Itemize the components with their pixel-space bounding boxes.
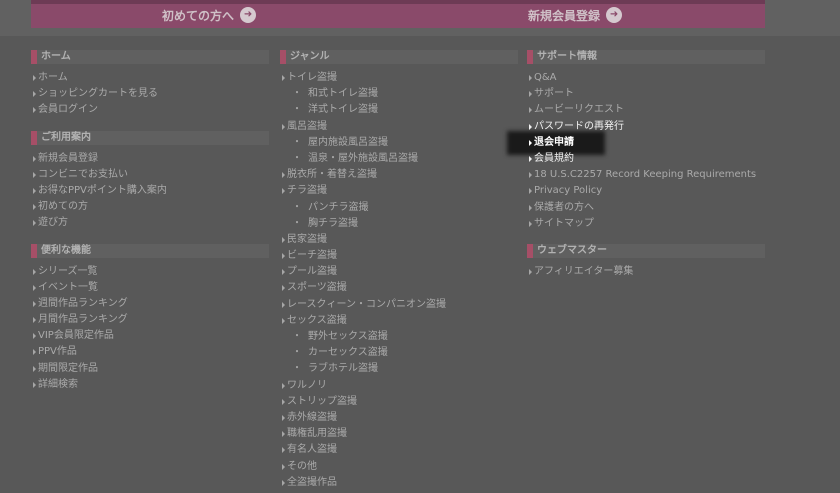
link-series[interactable]: シリーズ一覧 bbox=[31, 264, 269, 280]
link-privacy[interactable]: Privacy Policy bbox=[527, 183, 765, 199]
link-home[interactable]: ホーム bbox=[31, 70, 269, 86]
link-advanced-search[interactable]: 詳細検索 bbox=[31, 377, 269, 393]
genre-links: トイレ盗撮和式トイレ盗撮洋式トイレ盗撮風呂盗撮屋内施設風呂盗撮温泉・屋外施設風呂… bbox=[280, 70, 518, 491]
link-cart[interactable]: ショッピングカートを見る bbox=[31, 86, 269, 102]
genre-sublink[interactable]: 温泉・屋外施設風呂盗撮 bbox=[280, 151, 518, 167]
home-section: ホーム ホーム ショッピングカートを見る 会員ログイン bbox=[31, 50, 269, 119]
genre-link[interactable]: プール盗撮 bbox=[280, 264, 518, 280]
genre-link[interactable]: その他 bbox=[280, 459, 518, 475]
link-sitemap[interactable]: サイトマップ bbox=[527, 216, 765, 232]
support-links: Q&A サポート ムービーリクエスト パスワードの再発行 退会申請 会員規約 1… bbox=[507, 70, 765, 232]
link-convenience-pay[interactable]: コンビニでお支払い bbox=[31, 167, 269, 183]
link-vip[interactable]: VIP会員限定作品 bbox=[31, 328, 269, 344]
link-events[interactable]: イベント一覧 bbox=[31, 280, 269, 296]
link-ppv-points[interactable]: お得なPPVポイント購入案内 bbox=[31, 183, 269, 199]
section-heading-support: サポート情報 bbox=[527, 50, 765, 64]
register-banner-label: 新規会員登録 bbox=[528, 8, 601, 23]
link-weekly-ranking[interactable]: 週間作品ランキング bbox=[31, 296, 269, 312]
genre-link[interactable]: ストリップ盗撮 bbox=[280, 394, 518, 410]
genre-link[interactable]: 脱衣所・着替え盗撮 bbox=[280, 167, 518, 183]
webmaster-section: ウェブマスター アフィリエイター募集 bbox=[527, 243, 765, 280]
link-qa[interactable]: Q&A bbox=[527, 70, 765, 86]
footer-column-3: サポート情報 Q&A サポート ムービーリクエスト パスワードの再発行 退会申請… bbox=[507, 50, 765, 292]
genre-sublink[interactable]: ラブホテル盗撮 bbox=[280, 361, 518, 377]
link-password-reset[interactable]: パスワードの再発行 bbox=[527, 119, 765, 135]
genre-link[interactable]: 赤外線盗撮 bbox=[280, 410, 518, 426]
circle-arrow-right-icon: ➜ bbox=[606, 7, 623, 23]
circle-arrow-right-icon: ➜ bbox=[240, 7, 257, 23]
section-heading-guide: ご利用案内 bbox=[31, 130, 269, 145]
beginners-banner-label: 初めての方へ bbox=[162, 8, 235, 23]
guide-section: ご利用案内 新規会員登録 コンビニでお支払い お得なPPVポイント購入案内 初め… bbox=[31, 130, 269, 232]
section-heading-genre: ジャンル bbox=[280, 50, 518, 64]
genre-sublink[interactable]: パンチラ盗撮 bbox=[280, 200, 518, 216]
banner: 初めての方へ ➜ 新規会員登録 ➜ bbox=[31, 0, 765, 28]
section-heading-features: 便利な機能 bbox=[31, 243, 269, 258]
link-ppv[interactable]: PPV作品 bbox=[31, 344, 269, 360]
genre-link[interactable]: ワルノリ bbox=[280, 378, 518, 394]
link-unsubscribe[interactable]: 退会申請 bbox=[507, 130, 765, 155]
genre-sublink[interactable]: 野外セックス盗撮 bbox=[280, 329, 518, 345]
link-monthly-ranking[interactable]: 月間作品ランキング bbox=[31, 312, 269, 328]
section-heading-home: ホーム bbox=[31, 50, 269, 64]
genre-link[interactable]: スポーツ盗撮 bbox=[280, 280, 518, 296]
genre-link[interactable]: 風呂盗撮 bbox=[280, 119, 518, 135]
link-first-time[interactable]: 初めての方 bbox=[31, 199, 269, 215]
genre-link[interactable]: セックス盗撮 bbox=[280, 313, 518, 329]
link-login[interactable]: 会員ログイン bbox=[31, 102, 269, 118]
footer-column-1: ホーム ホーム ショッピングカートを見る 会員ログイン ご利用案内 新規会員登録… bbox=[31, 50, 269, 405]
link-support[interactable]: サポート bbox=[527, 86, 765, 102]
genre-link[interactable]: 有名人盗撮 bbox=[280, 442, 518, 458]
link-limited[interactable]: 期間限定作品 bbox=[31, 361, 269, 377]
link-terms[interactable]: 会員規約 bbox=[527, 151, 765, 167]
guide-links: 新規会員登録 コンビニでお支払い お得なPPVポイント購入案内 初めての方 遊び… bbox=[31, 151, 269, 232]
genre-sublink[interactable]: カーセックス盗撮 bbox=[280, 345, 518, 361]
section-heading-webmaster: ウェブマスター bbox=[527, 243, 765, 258]
footer-column-2: ジャンル トイレ盗撮和式トイレ盗撮洋式トイレ盗撮風呂盗撮屋内施設風呂盗撮温泉・屋… bbox=[280, 50, 518, 493]
link-affiliate[interactable]: アフィリエイター募集 bbox=[527, 264, 765, 280]
genre-sublink[interactable]: 胸チラ盗撮 bbox=[280, 216, 518, 232]
link-2257[interactable]: 18 U.S.C2257 Record Keeping Requirements bbox=[527, 167, 765, 183]
link-register[interactable]: 新規会員登録 bbox=[31, 151, 269, 167]
features-links: シリーズ一覧 イベント一覧 週間作品ランキング 月間作品ランキング VIP会員限… bbox=[31, 264, 269, 394]
features-section: 便利な機能 シリーズ一覧 イベント一覧 週間作品ランキング 月間作品ランキング … bbox=[31, 243, 269, 394]
genre-sublink[interactable]: 和式トイレ盗撮 bbox=[280, 86, 518, 102]
genre-link[interactable]: 民家盗撮 bbox=[280, 232, 518, 248]
genre-link[interactable]: レースクィーン・コンパニオン盗撮 bbox=[280, 297, 518, 313]
link-parents[interactable]: 保護者の方へ bbox=[527, 200, 765, 216]
genre-link[interactable]: 全盗撮作品 bbox=[280, 475, 518, 491]
support-section: サポート情報 Q&A サポート ムービーリクエスト パスワードの再発行 退会申請… bbox=[507, 50, 765, 232]
link-movie-request[interactable]: ムービーリクエスト bbox=[527, 102, 765, 118]
home-links: ホーム ショッピングカートを見る 会員ログイン bbox=[31, 70, 269, 119]
genre-section: ジャンル トイレ盗撮和式トイレ盗撮洋式トイレ盗撮風呂盗撮屋内施設風呂盗撮温泉・屋… bbox=[280, 50, 518, 491]
genre-sublink[interactable]: 屋内施設風呂盗撮 bbox=[280, 135, 518, 151]
register-banner-link[interactable]: 新規会員登録 ➜ bbox=[528, 6, 623, 24]
genre-sublink[interactable]: 洋式トイレ盗撮 bbox=[280, 102, 518, 118]
banner-shade bbox=[31, 0, 765, 4]
link-how-to[interactable]: 遊び方 bbox=[31, 215, 269, 231]
webmaster-links: アフィリエイター募集 bbox=[527, 264, 765, 280]
genre-link[interactable]: トイレ盗撮 bbox=[280, 70, 518, 86]
genre-link[interactable]: チラ盗撮 bbox=[280, 183, 518, 199]
beginners-banner-link[interactable]: 初めての方へ ➜ bbox=[162, 6, 257, 24]
link-unsubscribe-label: 退会申請 bbox=[534, 136, 574, 148]
genre-link[interactable]: ビーチ盗撮 bbox=[280, 248, 518, 264]
genre-link[interactable]: 職権乱用盗撮 bbox=[280, 426, 518, 442]
